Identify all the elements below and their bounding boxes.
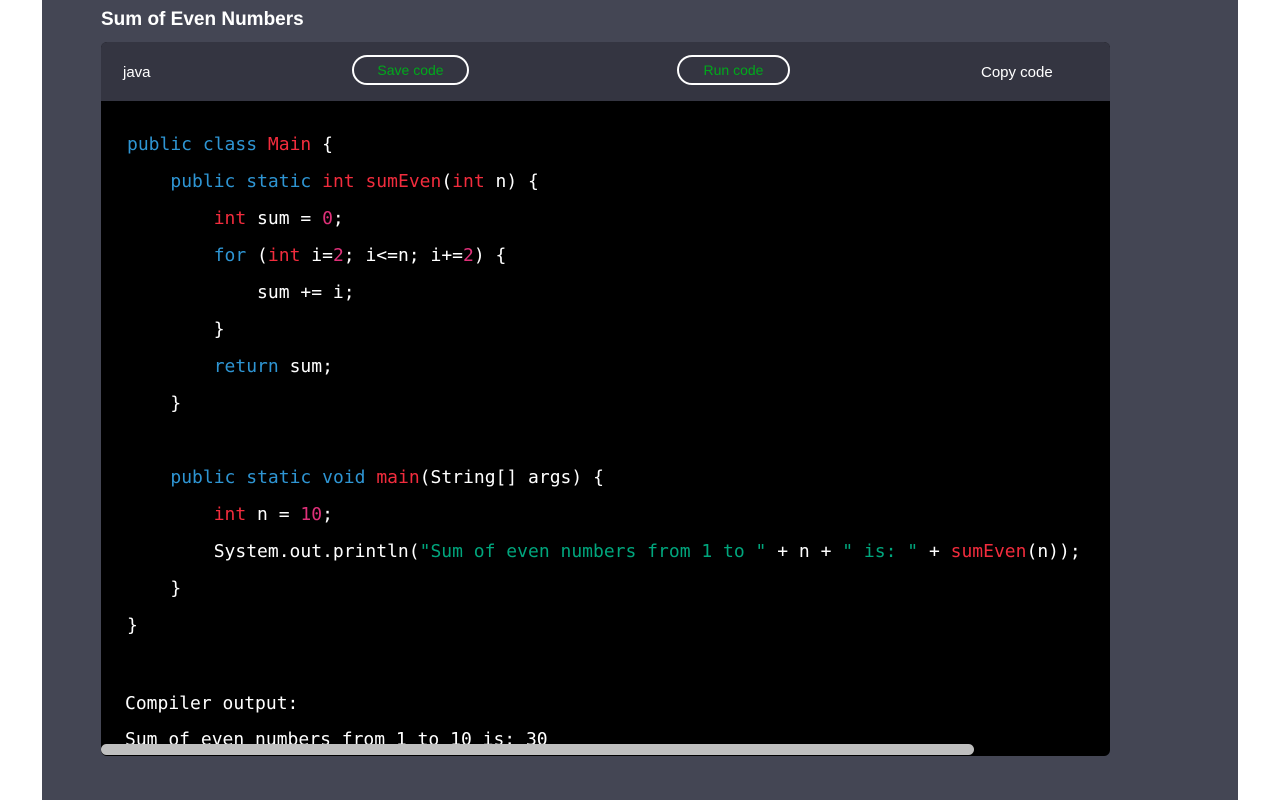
code-line: int sum = 0; <box>213 208 344 229</box>
code-line: public class Main { <box>127 134 333 155</box>
code-content: public class Main { public static int su… <box>127 126 1081 644</box>
code-line: } <box>127 393 182 414</box>
code-line: } <box>127 578 182 599</box>
code-line: public static int sumEven(int n) { <box>170 171 539 192</box>
code-line: } <box>127 615 138 636</box>
run-code-button[interactable]: Run code <box>677 55 790 85</box>
save-code-button[interactable]: Save code <box>352 55 469 85</box>
code-line: System.out.println("Sum of even numbers … <box>127 541 1081 562</box>
code-block: java Save code Run code Copy code public… <box>101 42 1110 756</box>
code-block-header: java Save code Run code Copy code <box>101 42 1110 101</box>
code-line: } <box>127 319 225 340</box>
compiler-output-label: Compiler output: <box>125 693 299 714</box>
page-title: Sum of Even Numbers <box>101 9 304 30</box>
code-line: sum += i; <box>127 282 355 303</box>
code-line: int n = 10; <box>213 504 333 525</box>
page-background: Sum of Even Numbers java Save code Run c… <box>42 0 1238 800</box>
language-label: java <box>123 64 151 81</box>
horizontal-scrollbar-thumb[interactable] <box>101 744 974 755</box>
code-line: public static void main(String[] args) { <box>170 467 604 488</box>
code-line: for (int i=2; i<=n; i+=2) { <box>213 245 507 266</box>
code-line: return sum; <box>213 356 333 377</box>
copy-code-button[interactable]: Copy code <box>981 64 1053 81</box>
